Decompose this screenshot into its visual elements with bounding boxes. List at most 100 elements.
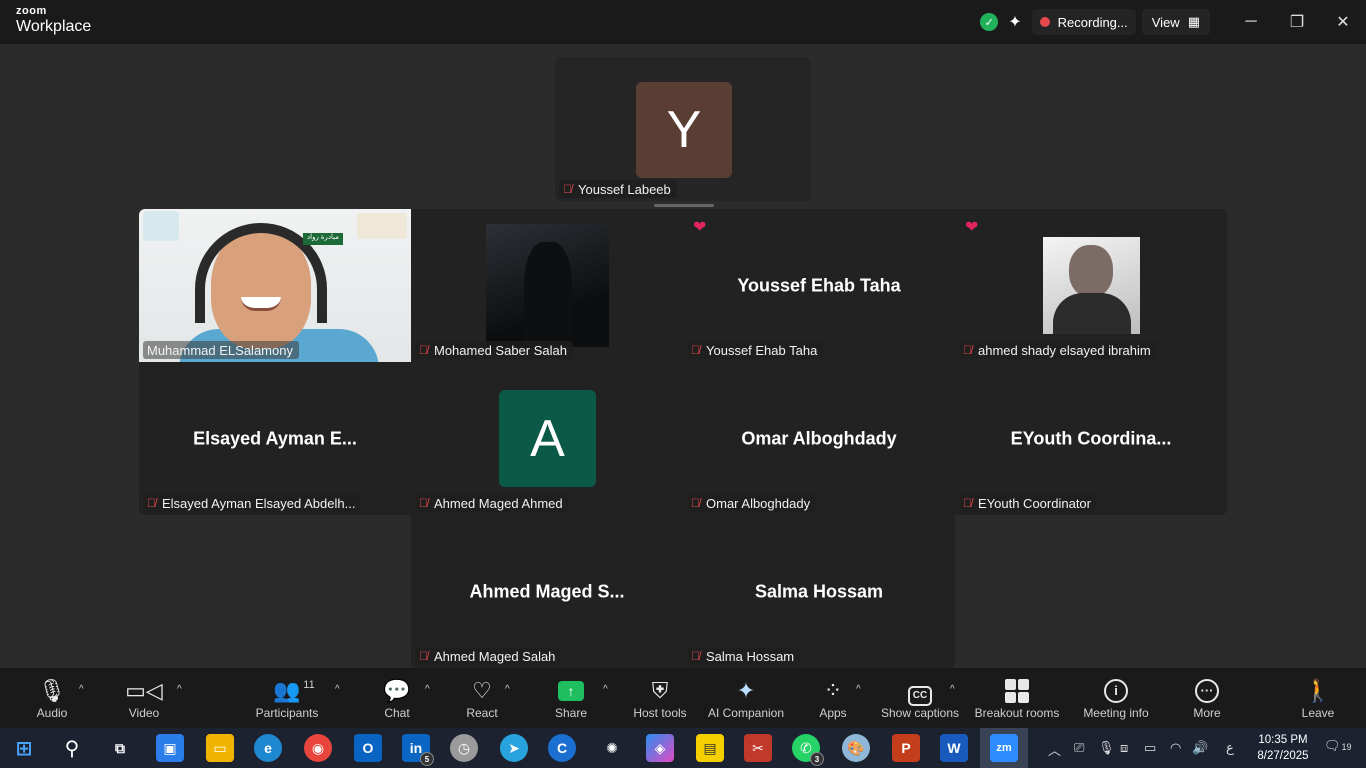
paint-icon[interactable]: 🎨 [842, 734, 870, 762]
initiative-banner: مبادرة رواد [303, 233, 343, 245]
ai-companion-sparkle-icon[interactable]: ✦ [1008, 12, 1021, 32]
org-logo-right [357, 213, 407, 239]
file-explorer-icon[interactable]: ▭ [206, 734, 234, 762]
meeting-toolbar: 🎙 Audio ^ ▭◁ Video ^ 👥 11 Participants ^ … [0, 668, 1366, 728]
breakout-rooms-button[interactable]: Breakout rooms [974, 668, 1060, 728]
more-dots-icon: ··· [1195, 679, 1219, 703]
video-tile-ahmed-shady[interactable]: ❤ 🎙̸ ahmed shady elsayed ibrahim [955, 209, 1227, 362]
host-tools-button[interactable]: ⛨ Host tools [630, 668, 690, 728]
video-tile-salma-hossam[interactable]: Salma Hossam 🎙̸ Salma Hossam [683, 515, 955, 668]
video-tile-mohamed-saber-salah[interactable]: 🎙̸ Mohamed Saber Salah [411, 209, 683, 362]
mic-muted-icon: 🎙̸ [419, 343, 428, 357]
video-tile-muhammad-elsalamony[interactable]: مبادرة رواد Muhammad ELSalamony [139, 209, 411, 362]
keyboard-language-indicator[interactable]: ع [1226, 740, 1234, 756]
chatgpt-icon[interactable]: ✺ [598, 734, 626, 762]
audio-options-caret[interactable]: ^ [79, 684, 84, 695]
info-icon: i [1104, 679, 1128, 703]
participant-name-label: Muhammad ELSalamony [143, 341, 299, 359]
outlook-icon[interactable]: O [354, 734, 382, 762]
video-tile-ahmed-maged-salah[interactable]: Ahmed Maged S... 🎙̸ Ahmed Maged Salah [411, 515, 683, 668]
notifications-icon[interactable]: 🗨19 [1324, 738, 1352, 754]
search-icon[interactable]: ⚲ [58, 734, 86, 762]
whatsapp-badge: 3 [810, 752, 824, 766]
video-options-caret[interactable]: ^ [177, 684, 182, 695]
telegram-icon[interactable]: ➤ [500, 734, 528, 762]
camera-video: مبادرة رواد [139, 209, 411, 362]
participants-options-caret[interactable]: ^ [335, 684, 340, 695]
participants-button[interactable]: 👥 11 Participants [254, 668, 320, 728]
screen-share-tray-icon[interactable]: ⧈ [1120, 740, 1128, 756]
clock-app-icon[interactable]: ◷ [450, 734, 478, 762]
microphone-icon: 🎙 [38, 678, 66, 703]
meeting-info-button[interactable]: i Meeting info [1080, 668, 1152, 728]
snipping-tool-icon[interactable]: ✂ [744, 734, 772, 762]
participant-display-name: Elsayed Ayman E... [193, 428, 357, 448]
word-icon[interactable]: W [940, 734, 968, 762]
video-tile-youssef-labeeb[interactable]: Y 🎙̸ Youssef Labeeb [555, 57, 811, 201]
linkedin-icon[interactable]: in 5 [402, 734, 434, 766]
show-captions-button[interactable]: CC Show captions [878, 668, 962, 728]
portrait-body [1053, 293, 1131, 334]
apps-button[interactable]: ⁘ Apps [813, 668, 853, 728]
chat-button[interactable]: 💬 Chat [378, 668, 416, 728]
apps-options-caret[interactable]: ^ [856, 684, 861, 695]
gallery-grid-icon: ▦ [1187, 14, 1200, 29]
video-tile-ahmed-maged-ahmed[interactable]: A 🎙̸ Ahmed Maged Ahmed [411, 362, 683, 515]
close-button[interactable]: ✕ [1320, 12, 1366, 32]
more-button[interactable]: ··· More [1186, 668, 1228, 728]
microsoft-store-icon[interactable]: ▣ [156, 734, 184, 762]
mic-muted-icon: 🎙̸ [691, 343, 700, 357]
recording-indicator[interactable]: Recording... [1031, 9, 1136, 35]
maximize-button[interactable]: ❐ [1274, 12, 1320, 32]
captions-options-caret[interactable]: ^ [950, 684, 955, 695]
share-button[interactable]: ↑ Share [550, 668, 592, 728]
view-button[interactable]: View ▦ [1141, 9, 1210, 35]
encryption-shield-icon[interactable]: ✓ [980, 13, 999, 31]
shield-icon: ⛨ [651, 678, 669, 703]
participants-count: 11 [303, 679, 315, 691]
audio-button[interactable]: 🎙 Audio [30, 668, 74, 728]
windows-start-icon[interactable]: ⊞ [10, 734, 38, 762]
battery-icon[interactable]: ▭ [1144, 740, 1156, 756]
task-view-icon[interactable]: ⧉ [106, 734, 134, 762]
heart-outline-icon: ♡ [472, 678, 492, 703]
participant-display-name: Youssef Ehab Taha [737, 275, 901, 295]
chat-options-caret[interactable]: ^ [425, 684, 430, 695]
copilot-icon[interactable]: ◈ [646, 734, 674, 762]
video-tile-omar-alboghdady[interactable]: Omar Alboghdady 🎙̸ Omar Alboghdady [683, 362, 955, 515]
closed-captions-icon: CC [907, 686, 933, 706]
leave-exit-icon: 🚶 [1304, 678, 1332, 703]
mic-muted-icon: 🎙̸ [419, 496, 428, 510]
powerpoint-icon[interactable]: P [892, 734, 920, 762]
system-clock[interactable]: 10:35 PM 8/27/2025 [1252, 732, 1314, 764]
mic-muted-icon: 🎙̸ [963, 496, 972, 510]
profile-picture [1043, 237, 1140, 334]
react-button[interactable]: ♡ React [462, 668, 502, 728]
volume-icon[interactable]: 🔊 [1192, 740, 1208, 756]
camera-tray-icon[interactable]: ⎚ [1074, 740, 1084, 756]
show-hidden-icons-chevron[interactable]: ︿ [1048, 740, 1061, 759]
drag-handle[interactable] [654, 204, 714, 207]
video-button[interactable]: ▭◁ Video [122, 668, 166, 728]
ai-companion-button[interactable]: ✦ AI Companion [706, 668, 786, 728]
share-options-caret[interactable]: ^ [603, 684, 608, 695]
react-options-caret[interactable]: ^ [505, 684, 510, 695]
mic-muted-icon: 🎙̸ [691, 649, 700, 663]
sticky-notes-icon[interactable]: ▤ [696, 734, 724, 762]
minimize-button[interactable]: ─ [1228, 13, 1274, 31]
microphone-tray-icon[interactable]: 🎙 [1098, 740, 1115, 756]
wifi-icon[interactable]: ◠ [1170, 740, 1181, 756]
view-label: View [1151, 14, 1180, 30]
video-tile-youssef-ehab-taha[interactable]: ❤ Youssef Ehab Taha 🎙̸ Youssef Ehab Taha [683, 209, 955, 362]
canva-icon[interactable]: C [548, 734, 576, 762]
whatsapp-icon[interactable]: ✆ 3 [792, 734, 824, 766]
edge-browser-icon[interactable]: e [254, 734, 282, 762]
video-tile-eyouth-coordinator[interactable]: EYouth Coordina... 🎙̸ EYouth Coordinator [955, 362, 1227, 515]
participant-name-label: 🎙̸ Youssef Ehab Taha [687, 341, 824, 359]
zoom-icon[interactable]: zm [990, 734, 1018, 762]
chrome-browser-icon[interactable]: ◉ [304, 734, 332, 762]
video-tile-elsayed-ayman[interactable]: Elsayed Ayman E... 🎙̸ Elsayed Ayman Elsay… [139, 362, 411, 515]
participant-name-label: 🎙̸ Omar Alboghdady [687, 494, 817, 512]
leave-button[interactable]: 🚶 Leave [1298, 668, 1338, 728]
recording-label: Recording... [1057, 14, 1128, 30]
